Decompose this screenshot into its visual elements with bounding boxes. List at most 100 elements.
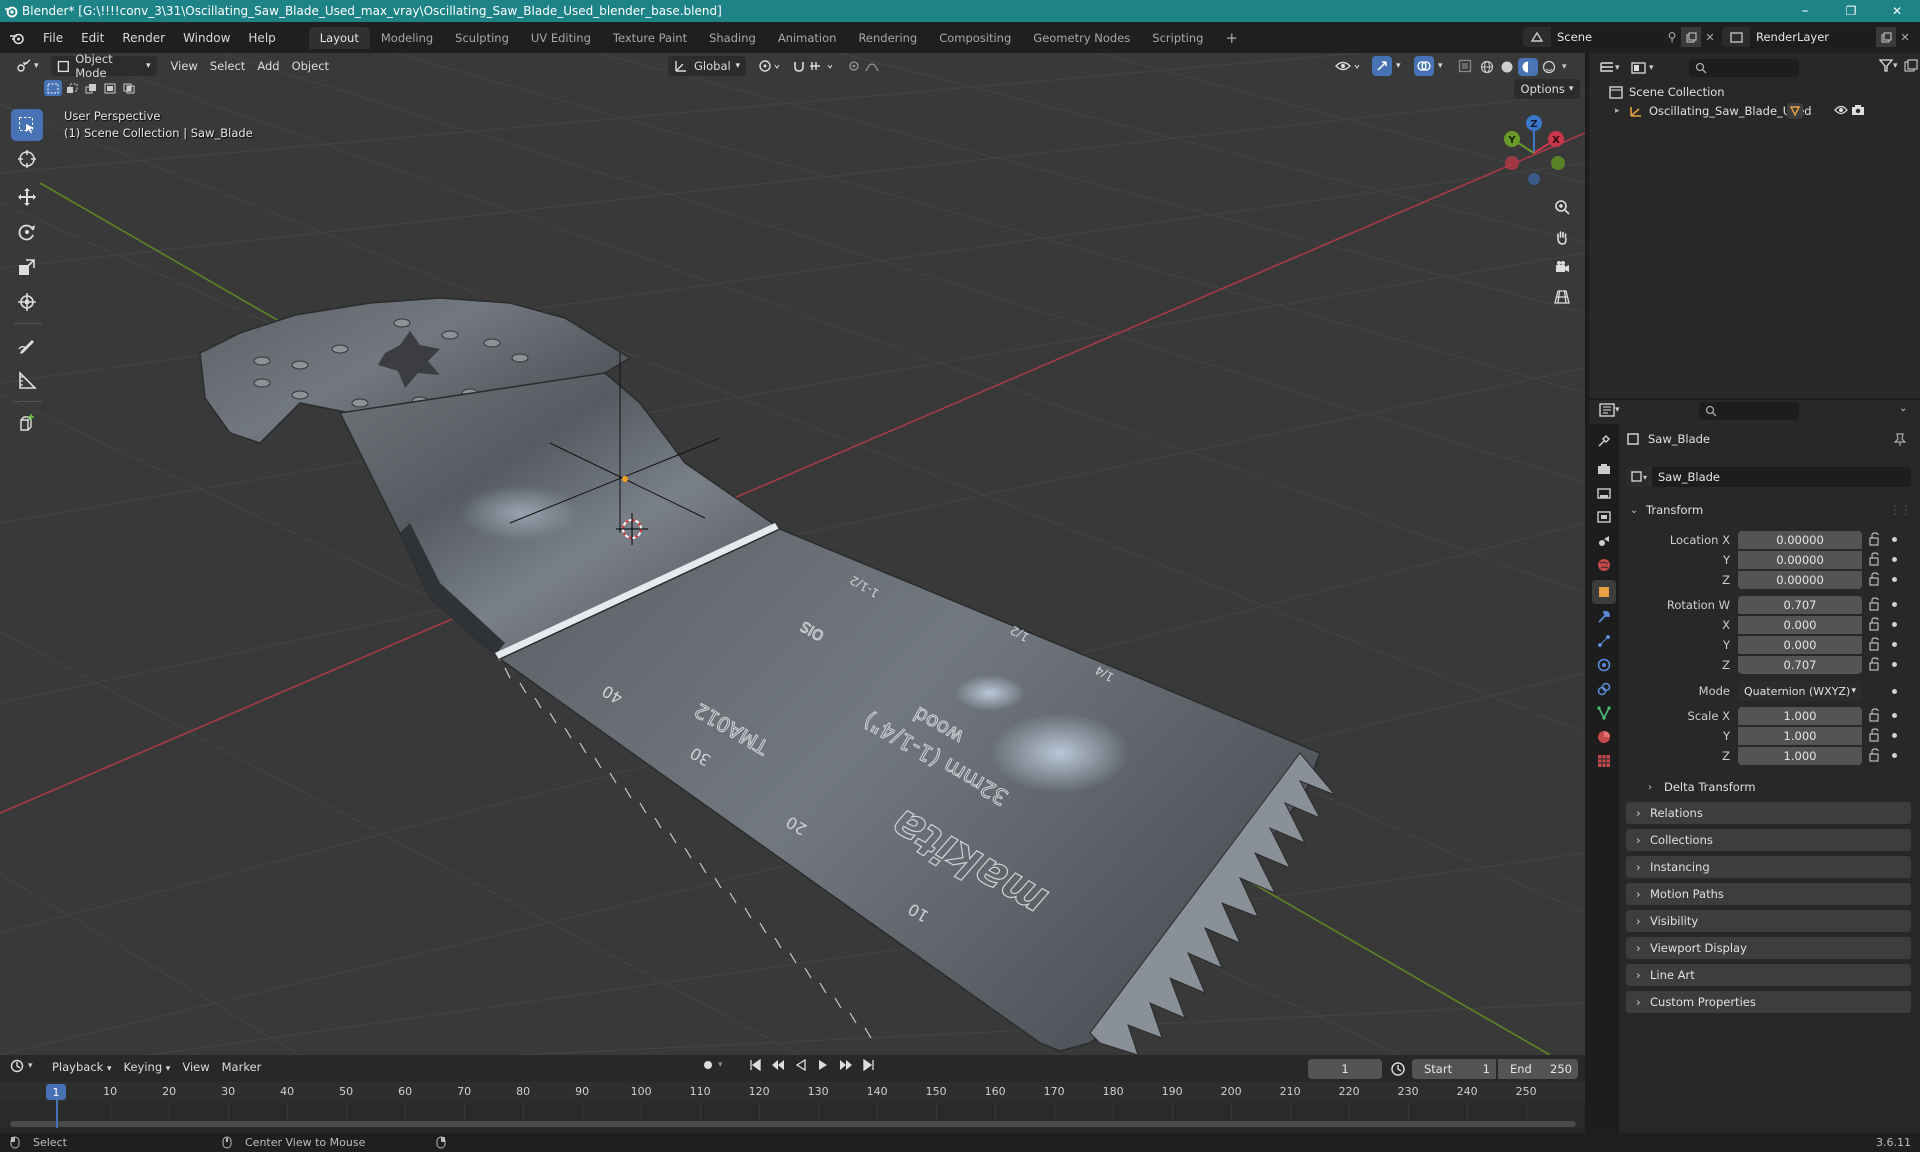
scale-z-field[interactable]: 1.000	[1738, 747, 1862, 765]
keyframe-dot-icon[interactable]	[1892, 622, 1897, 627]
overlays-toggle-icon[interactable]: ▾	[1408, 56, 1449, 76]
view-layer-new-icon[interactable]	[1876, 27, 1896, 47]
section-instancing[interactable]: › Instancing	[1626, 856, 1911, 878]
section-line-art[interactable]: › Line Art	[1626, 964, 1911, 986]
navigation-gizmo[interactable]: Z Y X	[1496, 113, 1576, 193]
tab-compositing[interactable]: Compositing	[928, 27, 1022, 49]
properties-search-field[interactable]	[1699, 402, 1799, 420]
jump-end-icon[interactable]	[862, 1059, 875, 1071]
data-tab-icon[interactable]	[1597, 706, 1611, 720]
modifier-icon[interactable]	[1787, 103, 1803, 119]
auto-keying-record-icon[interactable]: ▾	[702, 1059, 723, 1071]
material-tab-icon[interactable]	[1597, 730, 1611, 744]
rotation-z-field[interactable]: 0.707	[1738, 656, 1862, 674]
snap-icon[interactable]	[786, 56, 844, 76]
tab-texture-paint[interactable]: Texture Paint	[602, 27, 698, 49]
scale-y-field[interactable]: 1.000	[1738, 727, 1862, 745]
gizmo-neg-z-icon[interactable]	[1528, 173, 1540, 185]
lock-icon[interactable]	[1868, 748, 1882, 762]
menu-add[interactable]: Add	[251, 56, 285, 76]
visibility-eye-icon[interactable]	[1834, 104, 1848, 116]
rotation-y-field[interactable]: 0.000	[1738, 636, 1862, 654]
tab-modeling[interactable]: Modeling	[370, 27, 444, 49]
menu-keying[interactable]: Keying ▾	[118, 1060, 177, 1074]
add-workspace-button[interactable]: +	[1214, 25, 1249, 51]
lock-icon[interactable]	[1868, 552, 1882, 566]
xray-toggle-icon[interactable]	[1452, 56, 1478, 76]
select-invert-icon[interactable]	[101, 80, 119, 96]
scene-new-icon[interactable]	[1681, 27, 1701, 47]
playhead[interactable]: 1	[46, 1084, 66, 1100]
lock-icon[interactable]	[1868, 617, 1882, 631]
lock-icon[interactable]	[1868, 637, 1882, 651]
lock-icon[interactable]	[1868, 572, 1882, 586]
section-custom-properties[interactable]: › Custom Properties	[1626, 991, 1911, 1013]
options-dropdown[interactable]: Options ▾	[1514, 79, 1580, 99]
render-camera-icon[interactable]	[1851, 104, 1865, 116]
keyframe-dot-icon[interactable]	[1892, 577, 1897, 582]
pivot-point-icon[interactable]	[752, 56, 788, 76]
jump-start-icon[interactable]	[749, 1059, 761, 1071]
3d-viewport[interactable]: makita 32mm (1-1/4") wood TMA012 OIS 10 …	[0, 53, 1585, 1055]
tab-scripting[interactable]: Scripting	[1141, 27, 1214, 49]
keyframe-dot-icon[interactable]	[1892, 689, 1897, 694]
lock-icon[interactable]	[1868, 708, 1882, 722]
section-motion-paths[interactable]: › Motion Paths	[1626, 883, 1911, 905]
start-frame-field[interactable]: Start 1	[1412, 1059, 1496, 1079]
current-frame-field[interactable]: 1	[1308, 1059, 1382, 1079]
frame-ruler[interactable]: 10 20 30 40 50 60 70 80 90 100 110 120 130 140 150 160 1…	[0, 1082, 1585, 1102]
lock-icon[interactable]	[1868, 657, 1882, 671]
expand-arrow-icon[interactable]: ▸	[1615, 106, 1629, 116]
section-visibility[interactable]: › Visibility	[1626, 910, 1911, 932]
view-layer-delete-icon[interactable]: ✕	[1896, 27, 1914, 47]
transform-orientation-dropdown[interactable]: Global ▾	[668, 56, 746, 76]
scene-browse-icon[interactable]	[1523, 27, 1551, 47]
end-frame-field[interactable]: End 250	[1498, 1059, 1578, 1079]
menu-window[interactable]: Window	[174, 31, 239, 45]
menu-file[interactable]: File	[34, 31, 72, 45]
transform-tool-icon[interactable]	[11, 286, 43, 318]
keyframe-dot-icon[interactable]	[1892, 733, 1897, 738]
select-intersect-icon[interactable]	[120, 80, 138, 96]
properties-options-icon[interactable]: ⌄	[1899, 403, 1907, 414]
tab-rendering[interactable]: Rendering	[847, 27, 928, 49]
rotation-mode-dropdown[interactable]: Quaternion (WXYZ) ▾	[1738, 681, 1862, 701]
use-preview-range-icon[interactable]	[1390, 1061, 1406, 1077]
tab-uv-editing[interactable]: UV Editing	[520, 27, 602, 49]
rendered-shading-icon[interactable]	[1540, 58, 1558, 76]
lock-icon[interactable]	[1868, 597, 1882, 611]
visibility-selectability-icon[interactable]	[1328, 56, 1370, 76]
proportional-editing-icon[interactable]	[842, 56, 894, 76]
keyframe-dot-icon[interactable]	[1892, 557, 1897, 562]
object-tab-icon[interactable]	[1592, 580, 1616, 604]
scene-pin-icon[interactable]: ⚲	[1663, 27, 1681, 47]
select-box-tool-icon[interactable]	[11, 109, 43, 141]
keyframe-dot-icon[interactable]	[1892, 602, 1897, 607]
output-tab-icon[interactable]	[1597, 486, 1611, 500]
object-mode-dropdown[interactable]: Object Mode ▾	[50, 52, 157, 80]
timeline-scrollbar[interactable]	[10, 1121, 1576, 1127]
scale-tool-icon[interactable]	[11, 251, 43, 283]
rotate-tool-icon[interactable]	[11, 216, 43, 248]
physics-tab-icon[interactable]	[1597, 658, 1611, 672]
world-tab-icon[interactable]	[1597, 558, 1611, 572]
transform-panel-header[interactable]: ⌄ Transform ⋮⋮	[1626, 499, 1912, 521]
blender-menu-icon[interactable]	[0, 31, 34, 45]
section-viewport-display[interactable]: › Viewport Display	[1626, 937, 1911, 959]
saw-blade-mesh[interactable]	[199, 297, 1336, 1055]
menu-edit[interactable]: Edit	[72, 31, 113, 45]
keyframe-dot-icon[interactable]	[1892, 662, 1897, 667]
outliner-search-field[interactable]	[1689, 59, 1799, 77]
section-relations[interactable]: › Relations	[1626, 802, 1911, 824]
rotation-w-field[interactable]: 0.707	[1738, 596, 1862, 614]
texture-tab-icon[interactable]	[1597, 754, 1611, 768]
menu-help[interactable]: Help	[239, 31, 284, 45]
render-tab-icon[interactable]	[1597, 462, 1611, 476]
section-collections[interactable]: › Collections	[1626, 829, 1911, 851]
tab-sculpting[interactable]: Sculpting	[444, 27, 520, 49]
jump-keyframe-forward-icon[interactable]	[839, 1059, 853, 1071]
menu-render[interactable]: Render	[113, 31, 174, 45]
toggle-perspective-icon[interactable]	[1548, 283, 1576, 311]
menu-timeline-view[interactable]: View	[176, 1060, 215, 1074]
gizmo-toggle-icon[interactable]: ▾	[1366, 56, 1407, 76]
